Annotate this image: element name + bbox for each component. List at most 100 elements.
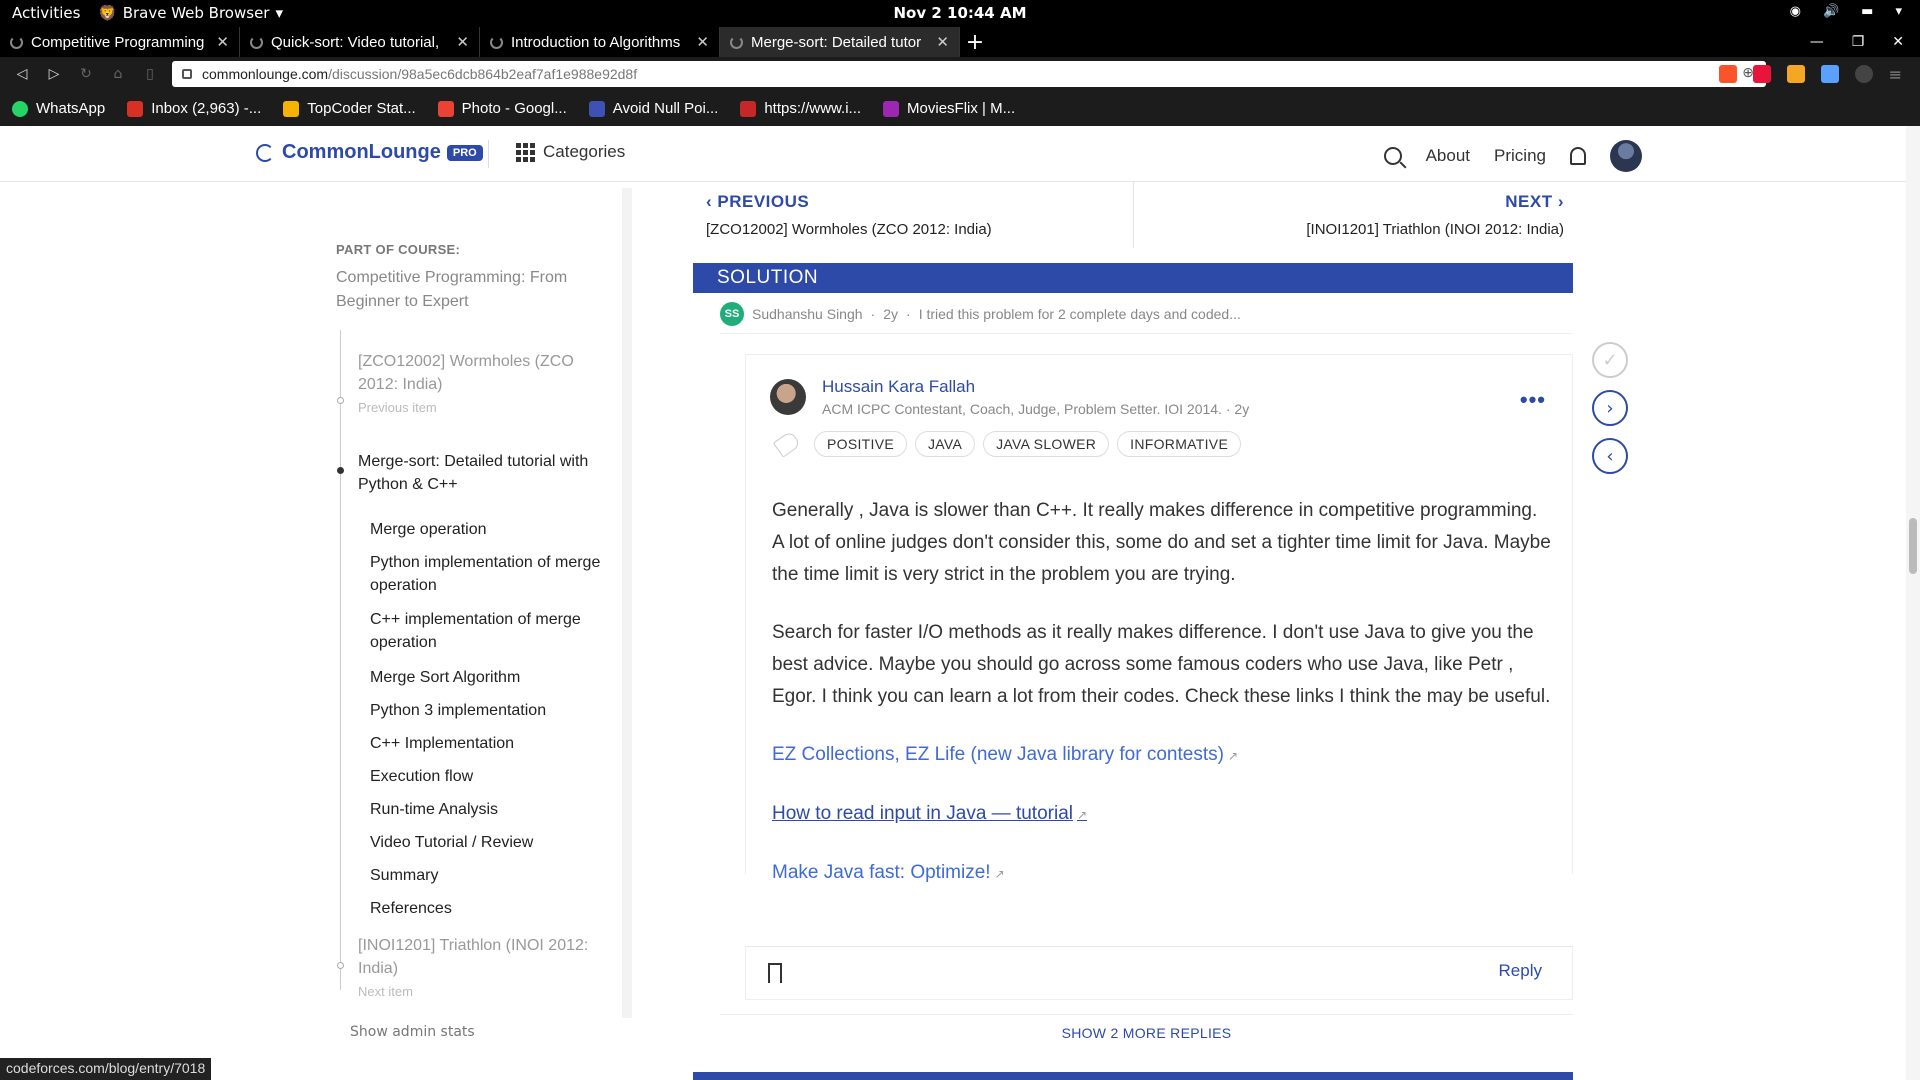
- previous-link[interactable]: ‹ PREVIOUS [ZCO12002] Wormholes (ZCO 201…: [706, 192, 992, 238]
- bookmark-topcoder[interactable]: TopCoder Stat...: [283, 100, 416, 117]
- answer-collapsed-row[interactable]: SS Sudhanshu Singh · 2y · I tried this p…: [720, 294, 1573, 334]
- bookmark-whatsapp[interactable]: WhatsApp: [12, 100, 105, 117]
- close-icon[interactable]: ✕: [696, 33, 709, 51]
- tag-icon[interactable]: [772, 430, 802, 458]
- reply-button[interactable]: Reply: [1499, 961, 1542, 981]
- app-name: Brave Web Browser: [122, 4, 270, 22]
- next-link[interactable]: NEXT › [INOI1201] Triathlon (INOI 2012: …: [1306, 192, 1564, 238]
- grid-icon: [516, 142, 535, 162]
- search-icon[interactable]: [1383, 147, 1402, 165]
- bookmark-icon[interactable]: [768, 963, 782, 983]
- forward-icon[interactable]: ▷: [38, 66, 70, 82]
- tag-java-slower[interactable]: JAVA SLOWER: [983, 431, 1110, 457]
- link-read-input-java[interactable]: How to read input in Java — tutorial ↗: [772, 798, 1552, 831]
- bell-icon[interactable]: [1570, 147, 1586, 165]
- tab-quick-sort[interactable]: Quick-sort: Video tutorial, ✕: [240, 27, 480, 57]
- bookmark-moviesflix[interactable]: MoviesFlix | M...: [883, 100, 1015, 117]
- pen-extension-icon[interactable]: [1820, 65, 1839, 83]
- bookmark-page-icon[interactable]: ▯: [134, 66, 166, 82]
- reload-icon[interactable]: ↻: [70, 66, 102, 82]
- sidebar-subitem[interactable]: Execution flow: [370, 765, 610, 788]
- tab-merge-sort[interactable]: Merge-sort: Detailed tutor ✕: [720, 27, 960, 57]
- url-path: /discussion/98a5ec6dcb864b2eaf7af1e988e9…: [328, 66, 638, 82]
- clock[interactable]: Nov 2 10:44 AM: [893, 4, 1026, 22]
- sidebar-subitem[interactable]: Python implementation of merge operation: [370, 551, 610, 597]
- back-icon[interactable]: ◁: [6, 66, 38, 82]
- tag-positive[interactable]: POSITIVE: [814, 431, 907, 457]
- more-options-icon[interactable]: •••: [1520, 387, 1546, 413]
- bookmark-label: WhatsApp: [36, 100, 106, 117]
- site-logo[interactable]: CommonLounge PRO: [256, 141, 483, 164]
- minimize-icon[interactable]: —: [1810, 34, 1824, 50]
- bookmark-avoid-null[interactable]: Avoid Null Poi...: [588, 100, 719, 117]
- link-make-java-fast[interactable]: Make Java fast: Optimize! ↗: [772, 857, 1552, 890]
- sidebar-subitem[interactable]: Merge operation: [370, 518, 610, 541]
- bookmarks-bar: WhatsApp Inbox (2,963) -... TopCoder Sta…: [0, 91, 1920, 126]
- activities-button[interactable]: Activities: [12, 4, 80, 22]
- page-scrollbar[interactable]: [1906, 126, 1920, 1080]
- sidebar-subitem[interactable]: Run-time Analysis: [370, 798, 610, 821]
- link-ez-collections[interactable]: EZ Collections, EZ Life (new Java librar…: [772, 739, 1552, 772]
- avatar[interactable]: [1610, 140, 1642, 172]
- close-icon[interactable]: ✕: [216, 33, 229, 51]
- answer-author[interactable]: Sudhanshu Singh: [752, 306, 863, 322]
- menu-icon[interactable]: ≡: [1889, 65, 1902, 84]
- tag-java[interactable]: JAVA: [914, 431, 976, 457]
- close-icon[interactable]: ✕: [936, 33, 949, 51]
- answer-snippet: I tried this problem for 2 complete days…: [918, 305, 1241, 322]
- comment-author-name[interactable]: Hussain Kara Fallah: [822, 377, 975, 397]
- system-tray[interactable]: ◉ 🔊 ▬ ▾: [1790, 4, 1902, 19]
- floating-actions: ✓ › ‹: [1592, 342, 1628, 474]
- address-bar[interactable]: commonlounge.com/discussion/98a5ec6dcb86…: [172, 61, 1766, 87]
- comment-author-avatar[interactable]: [770, 379, 806, 415]
- sidebar-item-current[interactable]: Merge-sort: Detailed tutorial with Pytho…: [358, 450, 608, 496]
- course-title-link[interactable]: Competitive Programming: From Beginner t…: [336, 266, 606, 314]
- app-menu[interactable]: 🦁 Brave Web Browser ▾: [98, 4, 283, 22]
- maximize-icon[interactable]: ❐: [1852, 34, 1865, 50]
- tree-line: [340, 330, 341, 990]
- close-window-icon[interactable]: ✕: [1892, 34, 1904, 50]
- sidebar-scrollbar[interactable]: [622, 188, 632, 1018]
- tab-competitive-programming[interactable]: Competitive Programming ✕: [0, 27, 240, 57]
- sidebar-item-next[interactable]: [INOI1201] Triathlon (INOI 2012: India) …: [358, 934, 608, 1003]
- sidebar-subitem[interactable]: References: [370, 897, 610, 920]
- profile-icon[interactable]: [1854, 65, 1873, 83]
- tab-title: Quick-sort: Video tutorial,: [271, 33, 440, 51]
- header-actions: About Pricing: [1383, 140, 1642, 172]
- tag-informative[interactable]: INFORMATIVE: [1117, 431, 1242, 457]
- sidebar-item-previous[interactable]: [ZCO12002] Wormholes (ZCO 2012: India) P…: [358, 350, 608, 419]
- next-item-button[interactable]: ›: [1592, 390, 1628, 426]
- home-icon[interactable]: ⌂: [102, 66, 134, 82]
- navigation-bar: ◁ ▷ ↻ ⌂ ▯ commonlounge.com/discussion/98…: [0, 57, 1920, 91]
- volume-icon: 🔊: [1822, 4, 1840, 19]
- about-link[interactable]: About: [1426, 146, 1470, 166]
- bookmark-google-photos[interactable]: Photo - Googl...: [437, 100, 567, 117]
- sidebar-subitem[interactable]: Python 3 implementation: [370, 699, 610, 722]
- page-scroll-thumb[interactable]: [1909, 518, 1917, 574]
- sidebar-subitem[interactable]: C++ implementation of merge operation: [370, 608, 610, 654]
- categories-button[interactable]: Categories: [516, 142, 625, 162]
- sidebar-subitem[interactable]: Merge Sort Algorithm: [370, 666, 610, 689]
- brave-shields-icon[interactable]: [1718, 65, 1737, 83]
- sidebar-subitem[interactable]: Summary: [370, 864, 610, 887]
- bookmark-www[interactable]: https://www.i...: [740, 100, 861, 117]
- show-admin-stats-link[interactable]: Show admin stats: [350, 1024, 475, 1040]
- show-more-replies-button[interactable]: SHOW 2 MORE REPLIES: [720, 1014, 1573, 1050]
- pricing-link[interactable]: Pricing: [1494, 146, 1546, 166]
- bookmark-inbox[interactable]: Inbox (2,963) -...: [127, 100, 261, 117]
- bookmark-label: Avoid Null Poi...: [612, 100, 719, 117]
- new-tab-button[interactable]: +: [960, 27, 990, 57]
- extension-icon[interactable]: [1786, 65, 1805, 83]
- sidebar-subitem[interactable]: C++ Implementation: [370, 732, 610, 755]
- tab-introduction-to-algorithms[interactable]: Introduction to Algorithms ✕: [480, 27, 720, 57]
- sidebar-scroll-thumb[interactable]: [622, 188, 632, 1018]
- system-top-bar: Activities 🦁 Brave Web Browser ▾ Nov 2 1…: [0, 0, 1920, 27]
- sidebar-subitem[interactable]: Video Tutorial / Review: [370, 831, 610, 854]
- brave-rewards-icon[interactable]: [1752, 65, 1771, 83]
- previous-item-button[interactable]: ‹: [1592, 438, 1628, 474]
- close-icon[interactable]: ✕: [456, 33, 469, 51]
- tab-strip: Competitive Programming ✕ Quick-sort: Vi…: [0, 27, 1920, 57]
- link-text: Make Java fast: Optimize!: [772, 862, 991, 883]
- chevron-right-icon: ›: [1552, 192, 1564, 211]
- mark-complete-button[interactable]: ✓: [1592, 342, 1628, 378]
